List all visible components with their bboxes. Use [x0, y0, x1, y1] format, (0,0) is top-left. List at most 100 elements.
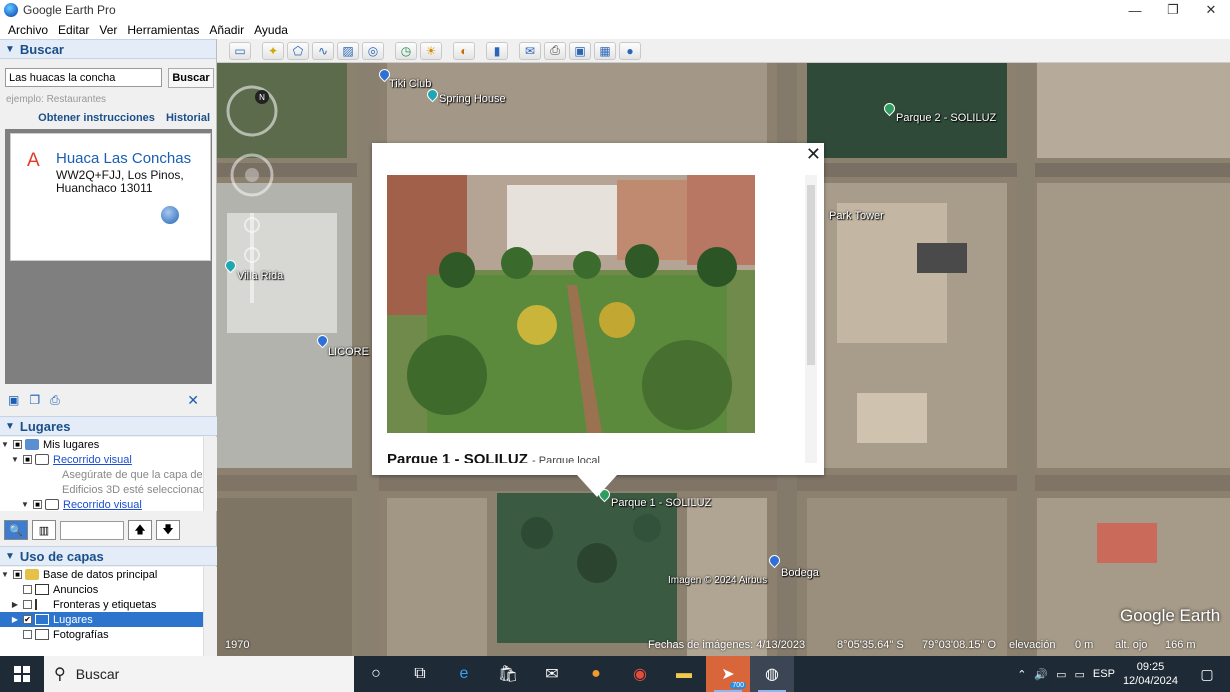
menu-editar[interactable]: Editar	[53, 23, 94, 37]
layers-panel-header[interactable]: ▼ Uso de capas	[0, 546, 217, 566]
tree-item[interactable]: ▼ ■ Recorrido visual	[0, 452, 203, 467]
close-button[interactable]: ✕	[1192, 0, 1230, 20]
tree-item[interactable]: ▼ ■ Recorrido visual	[0, 497, 203, 511]
view-in-maps-icon[interactable]: ▦	[594, 41, 616, 60]
battery-icon[interactable]: ▭	[1075, 668, 1085, 681]
close-icon[interactable]: ✕	[806, 145, 821, 163]
add-folder-icon[interactable]: ▣	[8, 393, 19, 407]
layers-scrollbar[interactable]	[203, 567, 217, 656]
notification-icon[interactable]: ▢	[1192, 666, 1222, 683]
move-down-button[interactable]: 🡇	[156, 520, 180, 540]
places-panel-header[interactable]: ▼ Lugares	[0, 416, 217, 436]
search-input[interactable]	[5, 68, 162, 87]
chrome-icon[interactable]: ◉	[618, 656, 662, 692]
taskbar-search[interactable]: ⚲ Buscar	[44, 656, 354, 692]
edge-icon[interactable]: e	[442, 656, 486, 692]
tree-item[interactable]: ▼ ■ Mis lugares	[0, 437, 203, 452]
places-scrollbar[interactable]	[203, 437, 217, 511]
collapse-triangle-icon: ▼	[5, 43, 15, 55]
menu-ver[interactable]: Ver	[94, 23, 122, 37]
search-button[interactable]: Buscar	[168, 68, 214, 88]
tree-item[interactable]: Fotografías	[0, 627, 203, 642]
record-tour-icon[interactable]: ◎	[362, 41, 384, 60]
earth-gallery-icon[interactable]: ●	[619, 41, 641, 60]
search-panel-header[interactable]: ▼ Buscar	[0, 39, 216, 59]
add-path-icon[interactable]: ∿	[312, 41, 334, 60]
navigation-controls[interactable]: N	[217, 63, 287, 323]
sunlight-icon[interactable]: ☀	[420, 41, 442, 60]
add-overlay-icon[interactable]: ▨	[337, 41, 359, 60]
add-polygon-icon[interactable]: ⬠	[287, 41, 309, 60]
firefox-icon[interactable]: ●	[574, 656, 618, 692]
sidebar-toggle-icon[interactable]: ▭	[229, 41, 251, 60]
tree-item[interactable]: ▼ ■ Base de datos principal	[0, 567, 203, 582]
tree-item[interactable]: ▶ Fronteras y etiquetas	[0, 597, 203, 612]
ruler-icon[interactable]: ▮	[486, 41, 508, 60]
expand-icon[interactable]: ▼	[0, 570, 10, 579]
historical-year[interactable]: 1970	[225, 639, 249, 651]
map-label-licore[interactable]: LICORE	[328, 346, 369, 358]
checkbox[interactable]: ■	[13, 440, 22, 449]
expand-icon[interactable]: ▼	[0, 440, 10, 449]
planet-switch-icon[interactable]: ◐	[453, 41, 475, 60]
email-icon[interactable]: ✉	[519, 41, 541, 60]
search-places-button[interactable]: 🔍	[4, 520, 28, 540]
clock[interactable]: 09:25 12/04/2024	[1123, 660, 1178, 688]
print-icon[interactable]: ⎙	[50, 393, 60, 408]
checkbox[interactable]	[23, 630, 32, 639]
checkbox[interactable]: ✔	[23, 615, 32, 624]
map-label-park-tower[interactable]: Park Tower	[829, 210, 884, 222]
map-label-tiki-club[interactable]: Tiki Club	[389, 78, 431, 90]
expand-icon[interactable]: ▶	[10, 600, 20, 609]
park-photo[interactable]	[387, 175, 755, 433]
places-filter-input[interactable]	[60, 520, 124, 540]
checkbox[interactable]	[23, 600, 32, 609]
checkbox[interactable]: ■	[23, 455, 32, 464]
menu-anadir[interactable]: Añadir	[204, 23, 249, 37]
mail-icon[interactable]: ✉	[530, 656, 574, 692]
menu-ayuda[interactable]: Ayuda	[249, 23, 293, 37]
checkbox[interactable]: ■	[33, 500, 42, 509]
task-view-icon[interactable]: ⧉	[398, 656, 442, 692]
map-label-parque1[interactable]: Parque 1 - SOLILUZ	[611, 497, 711, 509]
historical-imagery-icon[interactable]: ◷	[395, 41, 417, 60]
globe-icon[interactable]	[161, 206, 179, 224]
print-icon[interactable]: ⎙	[544, 41, 566, 60]
map-view[interactable]: Tiki Club Spring House Parque 2 - SOLILU…	[217, 63, 1230, 656]
network-icon[interactable]: ▭	[1056, 668, 1066, 681]
balloon-scrollbar[interactable]	[805, 175, 817, 463]
map-label-parque2[interactable]: Parque 2 - SOLILUZ	[896, 112, 996, 124]
map-label-spring-house[interactable]: Spring House	[439, 93, 506, 105]
clear-search-icon[interactable]: ✕	[187, 392, 199, 409]
expand-icon[interactable]: ▼	[10, 455, 20, 464]
telegram-icon[interactable]: ➤ 700	[706, 656, 750, 692]
menu-herramientas[interactable]: Herramientas	[122, 23, 204, 37]
maximize-button[interactable]: ❐	[1154, 0, 1192, 20]
windows-start-button[interactable]	[0, 656, 44, 692]
expand-icon[interactable]: ▼	[20, 500, 30, 509]
history-link[interactable]: Historial	[166, 112, 210, 124]
volume-icon[interactable]: 🔊	[1034, 668, 1048, 681]
add-placemark-icon[interactable]: ✦	[262, 41, 284, 60]
checkbox[interactable]: ■	[13, 570, 22, 579]
copy-icon[interactable]: ❐	[29, 393, 40, 407]
directions-link[interactable]: Obtener instrucciones	[38, 112, 155, 124]
language-indicator[interactable]: ESP	[1093, 668, 1115, 680]
move-up-button[interactable]: 🡅	[128, 520, 152, 540]
tree-item[interactable]: Anuncios	[0, 582, 203, 597]
result-title[interactable]: Huaca Las Conchas	[56, 150, 191, 167]
tree-item[interactable]: ▶ ✔ Lugares	[0, 612, 203, 627]
chevron-up-icon[interactable]: ⌃	[1017, 668, 1026, 681]
expand-icon[interactable]: ▶	[10, 615, 20, 624]
cortana-icon[interactable]: ○	[354, 656, 398, 692]
file-explorer-icon[interactable]: ▬	[662, 656, 706, 692]
google-earth-task-icon[interactable]: ◍	[750, 656, 794, 692]
checkbox[interactable]	[23, 585, 32, 594]
minimize-button[interactable]: —	[1116, 0, 1154, 20]
panel-toggle-button[interactable]: ▥	[32, 520, 56, 540]
result-card[interactable]: A Huaca Las Conchas WW2Q+FJJ, Los Pinos,…	[10, 133, 211, 261]
map-label-bodega[interactable]: Bodega	[781, 567, 819, 579]
menu-archivo[interactable]: Archivo	[3, 23, 53, 37]
save-image-icon[interactable]: ▣	[569, 41, 591, 60]
store-icon[interactable]: 🛍	[486, 656, 530, 692]
